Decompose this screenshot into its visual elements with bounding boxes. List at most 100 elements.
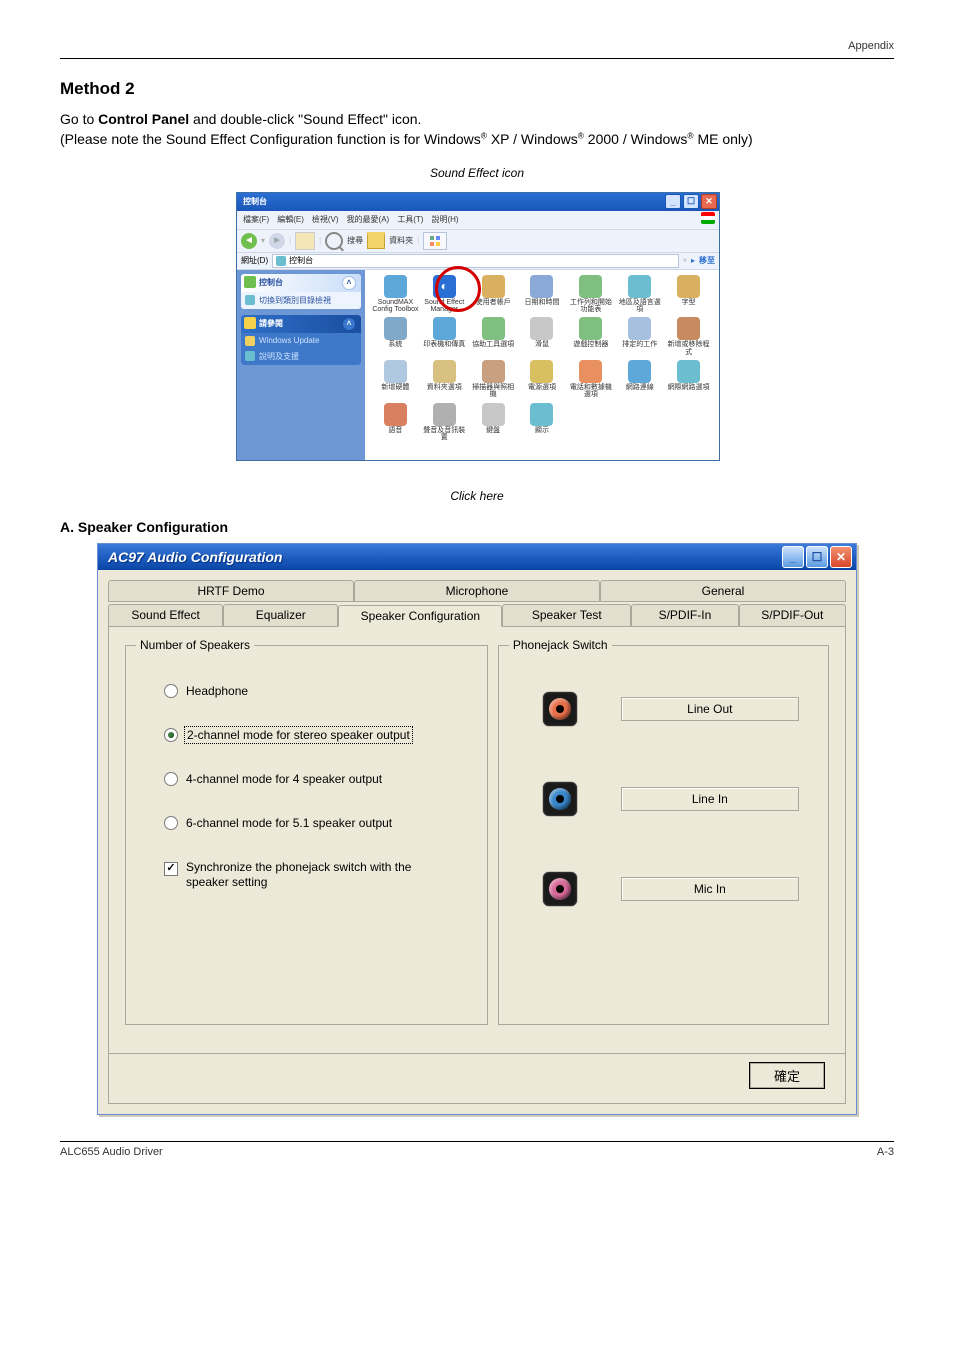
cp-icon-item[interactable]: 地區及語言選項 — [615, 274, 664, 315]
phonejack-label[interactable]: Line In — [621, 787, 799, 811]
cp-icon-item[interactable]: 印表機和傳真 — [420, 316, 469, 357]
cp-icon-item[interactable]: 新增硬體 — [371, 359, 420, 400]
forward-button[interactable]: ► — [269, 233, 285, 249]
cp-icon-item[interactable]: 顯示 — [518, 402, 567, 443]
cp-menubar: 檔案(F) 編輯(E) 檢視(V) 我的最愛(A) 工具(T) 說明(H) — [237, 211, 719, 229]
menu-edit[interactable]: 編輯(E) — [277, 214, 304, 225]
phonejack-row: Line In — [543, 782, 814, 816]
cp-icon-item[interactable]: 新增或移除程式 — [664, 316, 713, 357]
item-icon — [245, 295, 255, 305]
cp-icon-item[interactable]: 字型 — [664, 274, 713, 315]
step-a-heading: A. Speaker Configuration — [60, 519, 894, 535]
cp-icon-item[interactable]: SoundMAX Config Toolbox — [371, 274, 420, 315]
cp-icon-item[interactable]: 掃描器與照相機 — [469, 359, 518, 400]
cp-icon-item[interactable]: 語音 — [371, 402, 420, 443]
menu-view[interactable]: 檢視(V) — [312, 214, 339, 225]
menu-favorites[interactable]: 我的最愛(A) — [347, 214, 390, 225]
phonejack-icon[interactable] — [543, 872, 577, 906]
ac-tabs-bottom-row: Sound Effect Equalizer Speaker Configura… — [108, 604, 846, 627]
tab-sound-effect[interactable]: Sound Effect — [108, 604, 223, 626]
view-button[interactable] — [423, 232, 447, 250]
up-button[interactable] — [295, 232, 315, 250]
collapse-icon[interactable]: ˄ — [342, 317, 356, 331]
cp-item-label: Sound Effect Manager — [420, 299, 469, 314]
cp-item-icon — [384, 360, 407, 383]
cp-item-icon — [677, 360, 700, 383]
search-label[interactable]: 搜尋 — [347, 235, 363, 246]
menu-file[interactable]: 檔案(F) — [243, 214, 269, 225]
folders-label[interactable]: 資料夾 — [389, 235, 413, 246]
ok-button[interactable]: 確定 — [749, 1062, 825, 1089]
phonejack-icon[interactable] — [543, 782, 577, 816]
ac97-config-window: AC97 Audio Configuration _ ☐ ✕ HRTF Demo… — [97, 543, 857, 1115]
phonejack-icon[interactable] — [543, 692, 577, 726]
close-button[interactable]: ✕ — [701, 194, 717, 209]
phonejack-label[interactable]: Line Out — [621, 697, 799, 721]
ac-titlebar: AC97 Audio Configuration _ ☐ ✕ — [98, 544, 856, 570]
windows-update-link[interactable]: Windows Update — [241, 333, 361, 348]
cp-item-label: 滑鼠 — [535, 341, 549, 348]
cp-icon-item[interactable]: 系統 — [371, 316, 420, 357]
cp-icon-item[interactable]: 鍵盤 — [469, 402, 518, 443]
search-icon[interactable] — [325, 232, 343, 250]
help-support-link[interactable]: 說明及支援 — [241, 348, 361, 365]
phonejack-row: Line Out — [543, 692, 814, 726]
cp-icon-item[interactable]: 遊戲控制器 — [566, 316, 615, 357]
cp-item-label: 地區及語言選項 — [615, 299, 664, 314]
address-field[interactable]: 控制台 — [272, 254, 679, 268]
back-button[interactable]: ◄ — [241, 233, 257, 249]
cp-icon-item[interactable]: 協助工具選項 — [469, 316, 518, 357]
cp-item-label: 字型 — [682, 299, 696, 306]
cp-icon-item[interactable]: 排定的工作 — [615, 316, 664, 357]
go-button[interactable]: 移至 — [699, 255, 715, 266]
item-icon — [245, 336, 255, 346]
cp-icon-item[interactable]: 網際網路選項 — [664, 359, 713, 400]
tab-hrtf-demo[interactable]: HRTF Demo — [108, 580, 354, 601]
tab-microphone[interactable]: Microphone — [354, 580, 600, 601]
speaker-mode-radio[interactable]: 6-channel mode for 5.1 speaker output — [164, 816, 473, 830]
folders-icon[interactable] — [367, 232, 385, 249]
ac-window-title: AC97 Audio Configuration — [108, 549, 282, 565]
tab-spdif-in[interactable]: S/PDIF-In — [631, 604, 738, 626]
tab-general[interactable]: General — [600, 580, 846, 601]
cp-icon-item[interactable]: 資料夾選項 — [420, 359, 469, 400]
cp-icon-item[interactable]: 日期和時間 — [518, 274, 567, 315]
maximize-button[interactable]: ☐ — [683, 194, 699, 209]
menu-tools[interactable]: 工具(T) — [397, 214, 423, 225]
tab-spdif-out[interactable]: S/PDIF-Out — [739, 604, 846, 626]
cp-panel-controlpanel: 控制台 ˄ 切換到類別目錄檢視 — [241, 274, 361, 309]
collapse-icon[interactable]: ˄ — [342, 276, 356, 290]
cp-item-label: 協助工具選項 — [472, 341, 514, 348]
switch-category-view[interactable]: 切換到類別目錄檢視 — [241, 292, 361, 309]
minimize-button[interactable]: _ — [782, 546, 804, 568]
cp-icon-item[interactable]: 網路連線 — [615, 359, 664, 400]
cp-item-icon — [530, 275, 553, 298]
cp-item-icon — [677, 275, 700, 298]
cp-icon-item[interactable]: 使用者帳戶 — [469, 274, 518, 315]
tab-speaker-test[interactable]: Speaker Test — [502, 604, 631, 626]
tab-speaker-configuration[interactable]: Speaker Configuration — [338, 605, 502, 627]
phonejack-label[interactable]: Mic In — [621, 877, 799, 901]
menu-help[interactable]: 說明(H) — [431, 214, 458, 225]
cp-item-icon — [628, 275, 651, 298]
minimize-button[interactable]: _ — [665, 194, 681, 209]
cp-item-label: 網路連線 — [626, 384, 654, 391]
sync-phonejack-checkbox[interactable]: ✓ Synchronize the phonejack switch with … — [164, 860, 444, 891]
cp-icon-item[interactable]: 電源選項 — [518, 359, 567, 400]
close-button[interactable]: ✕ — [830, 546, 852, 568]
radio-icon — [164, 684, 178, 698]
cp-item-icon — [384, 275, 407, 298]
cp-item-icon — [433, 403, 456, 426]
cp-icon-item[interactable]: ◐Sound Effect Manager — [420, 274, 469, 315]
cp-item-label: 新增或移除程式 — [664, 341, 713, 356]
item-icon — [245, 351, 255, 361]
speaker-mode-radio[interactable]: 2-channel mode for stereo speaker output — [164, 728, 473, 742]
cp-icon-item[interactable]: 聲音及音訊裝置 — [420, 402, 469, 443]
speaker-mode-radio[interactable]: Headphone — [164, 684, 473, 698]
maximize-button[interactable]: ☐ — [806, 546, 828, 568]
cp-icon-item[interactable]: 滑鼠 — [518, 316, 567, 357]
cp-icon-item[interactable]: 電話和數據機選項 — [566, 359, 615, 400]
tab-equalizer[interactable]: Equalizer — [223, 604, 338, 626]
cp-icon-item[interactable]: 工作列和開始功能表 — [566, 274, 615, 315]
speaker-mode-radio[interactable]: 4-channel mode for 4 speaker output — [164, 772, 473, 786]
